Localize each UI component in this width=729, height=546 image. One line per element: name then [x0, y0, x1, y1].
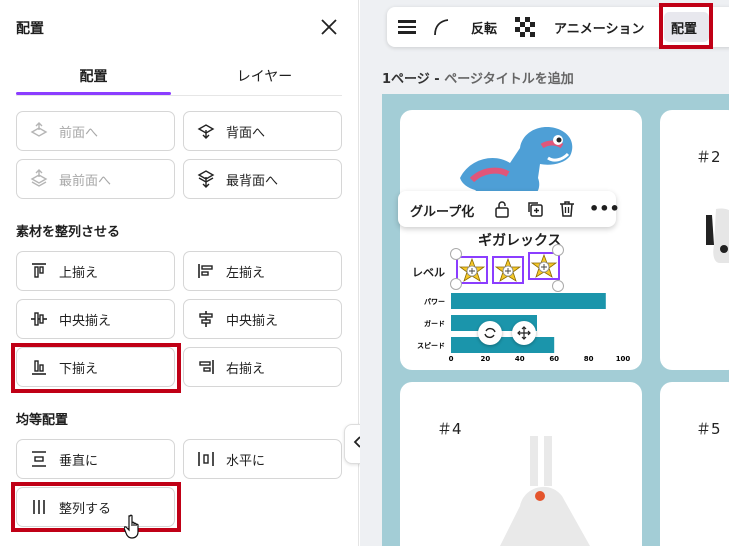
card-2-number: ＃2	[696, 148, 721, 166]
align-center-button[interactable]: 中央揃え	[183, 299, 342, 339]
distribute-horizontal-button[interactable]: 水平に	[183, 439, 342, 479]
align-middle-icon	[29, 309, 49, 329]
align-left-button[interactable]: 左揃え	[183, 251, 342, 291]
panel-title: 配置	[16, 21, 44, 37]
level-star[interactable]	[492, 256, 524, 284]
selection-context-menu: グループ化 •••	[398, 191, 620, 227]
tick-label: 40	[515, 355, 525, 363]
trash-icon[interactable]	[558, 200, 576, 222]
card-4-illustration	[500, 436, 590, 546]
group-button[interactable]: グループ化	[410, 201, 474, 220]
distribute-vertical-icon	[29, 449, 49, 469]
bring-forward-button[interactable]: 前面へ	[16, 111, 175, 151]
align-right-icon	[196, 357, 216, 377]
bring-to-front-label: 最前面へ	[59, 173, 112, 189]
flip-button[interactable]: 反転	[471, 18, 497, 37]
level-stars[interactable]	[450, 244, 564, 292]
bring-forward-icon	[29, 121, 49, 141]
tick-label: 0	[449, 355, 454, 363]
align-left-label: 左揃え	[226, 265, 266, 281]
bar-label: ガード	[424, 319, 445, 328]
position-panel: 配置 配置 レイヤー 前面へ 背面へ 最前面へ 最背面へ 素材を整列させる 上揃…	[0, 0, 359, 546]
tick-label: 60	[549, 355, 559, 363]
bring-to-front-button[interactable]: 最前面へ	[16, 159, 175, 199]
selection-handle[interactable]	[450, 248, 462, 260]
bring-forward-label: 前面へ	[59, 125, 99, 141]
bring-to-front-icon	[29, 169, 49, 189]
distribute-section-heading: 均等配置	[16, 413, 69, 428]
distribute-horizontal-icon	[196, 449, 216, 469]
active-tab-indicator	[16, 92, 171, 95]
level-label: レベル	[412, 266, 445, 279]
lock-icon[interactable]	[493, 200, 511, 222]
tab-position[interactable]: 配置	[16, 66, 171, 86]
more-options-icon[interactable]: •••	[589, 199, 620, 218]
align-middle-button[interactable]: 中央揃え	[16, 299, 175, 339]
transparency-icon[interactable]	[515, 17, 535, 41]
align-bottom-highlight	[11, 343, 181, 393]
rotate-handle-icon[interactable]	[478, 321, 502, 345]
align-top-icon	[29, 261, 49, 281]
align-center-label: 中央揃え	[226, 313, 279, 329]
tick-label: 100	[616, 355, 631, 363]
send-to-back-label: 最背面へ	[226, 173, 279, 189]
menu-lines-icon[interactable]	[397, 18, 417, 40]
distribute-vertical-button[interactable]: 垂直に	[16, 439, 175, 479]
page-label: 1ページ - ページタイトルを追加	[382, 68, 574, 87]
card-4-number: ＃4	[437, 420, 462, 438]
card-2[interactable]: ＃2	[660, 110, 729, 370]
bar-label: スピード	[417, 341, 445, 350]
send-backward-label: 背面へ	[226, 125, 266, 141]
card-5[interactable]: ＃5	[660, 382, 729, 546]
panel-tabs: 配置 レイヤー	[16, 60, 342, 96]
page-title-placeholder[interactable]: ページタイトルを追加	[444, 72, 573, 87]
send-backward-icon	[196, 121, 216, 141]
stat-bar	[451, 337, 555, 353]
position-button-highlight	[659, 3, 713, 49]
align-top-button[interactable]: 上揃え	[16, 251, 175, 291]
page-number: 1ページ -	[382, 72, 445, 87]
bar-label: パワー	[424, 297, 445, 306]
move-handle-icon[interactable]	[512, 321, 536, 345]
card-5-number: ＃5	[696, 420, 721, 438]
level-star[interactable]	[528, 252, 560, 280]
corner-rounding-icon[interactable]	[432, 18, 450, 40]
animation-button[interactable]: アニメーション	[554, 18, 644, 37]
send-to-back-icon	[196, 169, 216, 189]
card-1[interactable]: ギガレックス レベル パワーガードスピード 0 20 40 60 80 100	[400, 110, 642, 370]
align-left-icon	[196, 261, 216, 281]
card-2-illustration	[706, 208, 729, 263]
send-to-back-button[interactable]: 最背面へ	[183, 159, 342, 199]
distribute-vertical-label: 垂直に	[59, 453, 99, 469]
align-center-icon	[196, 309, 216, 329]
tick-label: 80	[584, 355, 594, 363]
align-right-label: 右揃え	[226, 361, 266, 377]
duplicate-icon[interactable]	[526, 200, 544, 222]
tidy-up-highlight	[11, 482, 181, 532]
hand-cursor-icon	[123, 514, 144, 544]
align-top-label: 上揃え	[59, 265, 99, 281]
tick-label: 20	[481, 355, 491, 363]
align-right-button[interactable]: 右揃え	[183, 347, 342, 387]
close-icon[interactable]	[318, 16, 340, 38]
distribute-horizontal-label: 水平に	[226, 453, 266, 469]
align-section-heading: 素材を整列させる	[16, 225, 121, 240]
selection-handle[interactable]	[552, 244, 564, 256]
send-backward-button[interactable]: 背面へ	[183, 111, 342, 151]
align-middle-label: 中央揃え	[59, 313, 112, 329]
chart-title: ギガレックス	[478, 233, 562, 249]
stat-bar	[451, 293, 606, 309]
card-4[interactable]: ＃4	[400, 382, 642, 546]
tab-layers[interactable]: レイヤー	[187, 66, 342, 86]
